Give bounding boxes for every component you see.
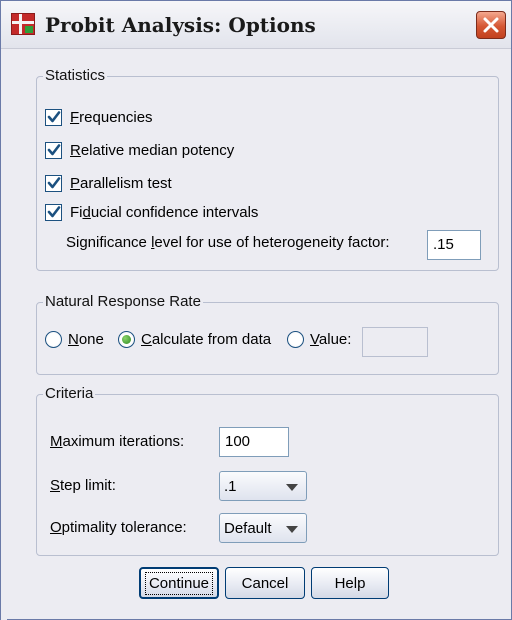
chevron-down-icon — [286, 526, 298, 533]
none-label: None — [68, 330, 104, 348]
radio-value-row[interactable]: Value: — [287, 328, 351, 350]
checkmark-icon — [47, 177, 60, 189]
value-radio[interactable] — [287, 330, 304, 348]
frequencies-label: Frequencies — [70, 108, 153, 126]
checkmark-icon — [47, 206, 60, 218]
frequencies-checkbox-row[interactable]: Frequencies — [45, 106, 153, 128]
optimality-tolerance-label: Optimality tolerance: — [50, 519, 187, 536]
title-bar[interactable]: Probit Analysis: Options — [1, 1, 511, 49]
none-radio[interactable] — [45, 330, 62, 348]
checkmark-icon — [47, 144, 60, 156]
relative-median-potency-label: Relative median potency — [70, 141, 235, 159]
cancel-button[interactable]: Cancel — [225, 567, 305, 599]
close-button[interactable] — [476, 11, 506, 39]
radio-none-row[interactable]: None — [45, 328, 104, 350]
criteria-group: Criteria Maximum iterations: 100 Step li… — [36, 385, 499, 556]
checkmark-icon — [47, 111, 60, 123]
dialog-window: Probit Analysis: Options Statistics Freq… — [0, 0, 512, 620]
fiducial-intervals-checkbox-row[interactable]: Fiducial confidence intervals — [45, 201, 258, 223]
continue-button[interactable]: Continue — [139, 567, 219, 599]
optimality-tolerance-value: Default — [224, 519, 272, 537]
parallelism-test-checkbox-row[interactable]: Parallelism test — [45, 172, 172, 194]
fiducial-intervals-checkbox[interactable] — [45, 203, 62, 221]
max-iterations-label: Maximum iterations: — [50, 433, 185, 450]
natural-response-legend: Natural Response Rate — [43, 293, 203, 310]
radio-calculate-row[interactable]: Calculate from data — [118, 328, 271, 350]
statistics-legend: Statistics — [43, 67, 108, 84]
calculate-from-data-label: Calculate from data — [141, 330, 272, 348]
dialog-title: Probit Analysis: Options — [45, 13, 316, 37]
optimality-tolerance-dropdown[interactable]: Default — [219, 513, 307, 543]
value-label: Value: — [310, 330, 352, 348]
step-limit-dropdown[interactable]: .1 — [219, 471, 307, 501]
radio-selected-dot — [122, 334, 131, 344]
step-limit-value: .1 — [224, 477, 237, 495]
close-icon — [483, 17, 499, 33]
criteria-legend: Criteria — [43, 385, 96, 402]
statistics-group: Statistics Frequencies Relative median p… — [36, 67, 499, 271]
help-button[interactable]: Help — [311, 567, 389, 599]
max-iterations-input[interactable]: 100 — [219, 427, 289, 457]
significance-level-label: Significance level for use of heterogene… — [66, 234, 390, 251]
spss-app-icon — [11, 13, 35, 35]
relative-median-potency-checkbox-row[interactable]: Relative median potency — [45, 139, 234, 161]
chevron-down-icon — [286, 484, 298, 491]
parallelism-test-checkbox[interactable] — [45, 174, 62, 192]
relative-median-potency-checkbox[interactable] — [45, 141, 62, 159]
significance-level-input[interactable]: .15 — [427, 230, 481, 260]
frequencies-checkbox[interactable] — [45, 108, 62, 126]
left-frame — [1, 49, 7, 620]
natural-response-group: Natural Response Rate None Calculate fro… — [36, 293, 499, 375]
response-value-input[interactable] — [362, 327, 428, 357]
parallelism-test-label: Parallelism test — [70, 174, 172, 192]
fiducial-intervals-label: Fiducial confidence intervals — [70, 203, 259, 221]
calculate-from-data-radio[interactable] — [118, 330, 135, 348]
step-limit-label: Step limit: — [50, 477, 116, 494]
